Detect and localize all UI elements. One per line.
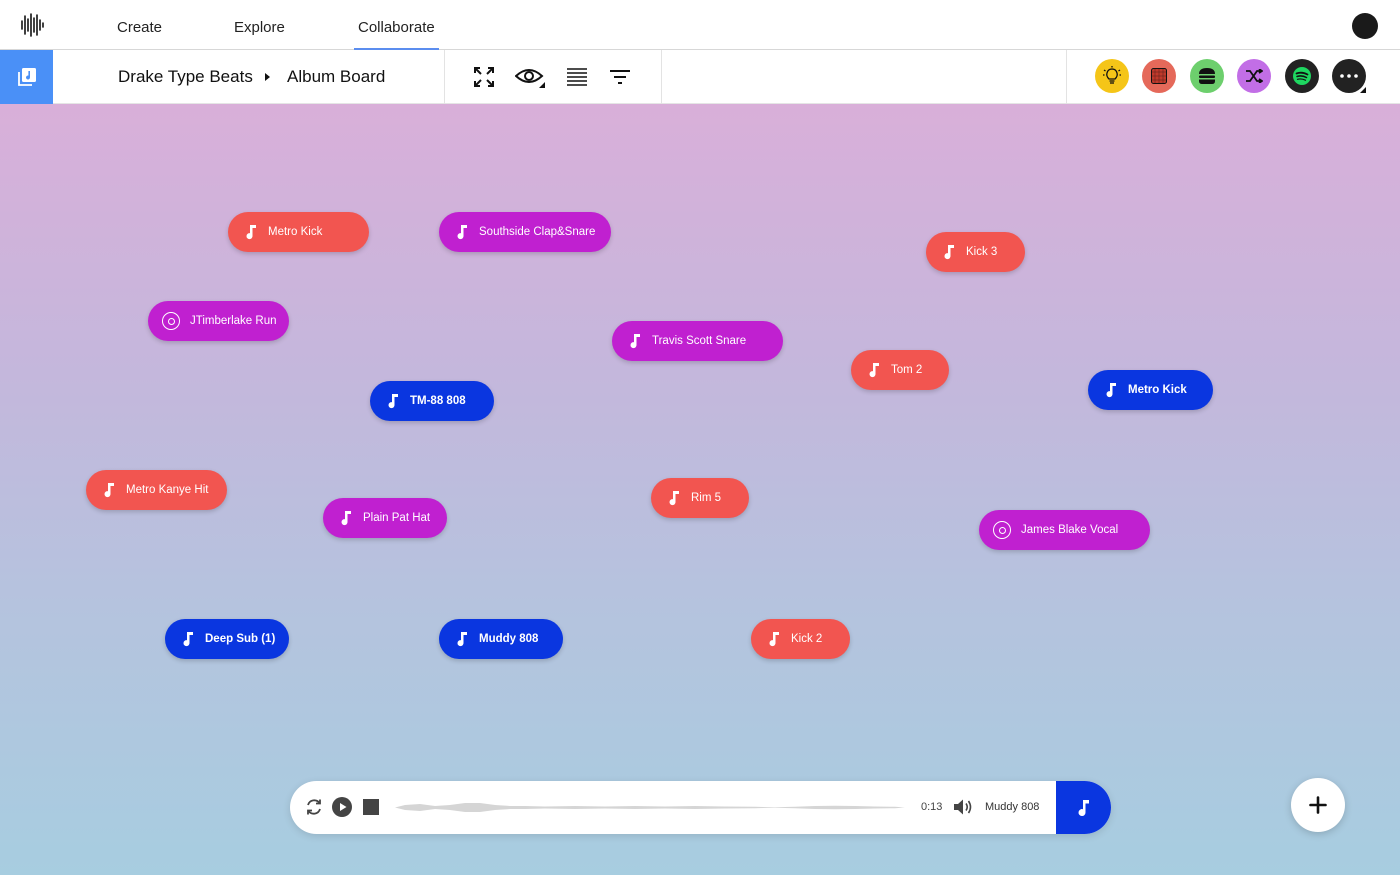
sound-pill[interactable]: TM-88 808	[370, 381, 494, 421]
music-note-icon	[628, 333, 642, 349]
board-toolbar: Drake Type Beats Album Board	[0, 50, 1400, 104]
music-note-icon	[455, 631, 469, 647]
sound-pill[interactable]: Plain Pat Hat	[323, 498, 447, 538]
sound-pill[interactable]: Kick 2	[751, 619, 850, 659]
nav-explore[interactable]: Explore	[234, 0, 285, 50]
sound-pill-label: Metro Kick	[268, 226, 323, 238]
sound-pill-label: James Blake Vocal	[1021, 524, 1119, 536]
now-playing-track: Muddy 808	[985, 801, 1040, 813]
music-note-icon	[102, 482, 116, 498]
music-note-icon	[667, 490, 681, 506]
sound-pill[interactable]: JTimberlake Run	[148, 301, 289, 341]
sound-pill[interactable]: Muddy 808	[439, 619, 563, 659]
divider	[661, 50, 662, 104]
music-note-icon	[1078, 799, 1089, 816]
waveform-scrubber[interactable]	[395, 799, 905, 816]
music-note-icon	[942, 244, 956, 260]
drum-pad-icon[interactable]	[1142, 59, 1176, 93]
music-library-icon	[17, 68, 36, 86]
sound-pill[interactable]: Travis Scott Snare	[612, 321, 783, 361]
play-icon[interactable]	[331, 796, 353, 818]
sound-pill-label: Southside Clap&Snare	[479, 226, 596, 238]
sound-pill[interactable]: Southside Clap&Snare	[439, 212, 611, 252]
divider	[444, 50, 445, 104]
sound-pill-label: Kick 3	[966, 246, 998, 258]
sound-pill[interactable]: Kick 3	[926, 232, 1025, 272]
more-icon[interactable]	[1332, 59, 1366, 93]
top-nav: Create Explore Collaborate	[0, 0, 1400, 50]
sound-pill[interactable]: Metro Kick	[228, 212, 369, 252]
sound-pill-label: Metro Kick	[1128, 384, 1187, 396]
playback-time: 0:13	[921, 801, 943, 813]
sound-pill[interactable]: Metro Kick	[1088, 370, 1213, 410]
sound-pill-label: Muddy 808	[479, 633, 539, 645]
sound-pill-label: Plain Pat Hat	[363, 512, 431, 524]
track-type-button[interactable]	[1056, 781, 1111, 834]
fullscreen-icon[interactable]	[470, 63, 498, 91]
breadcrumb-project[interactable]: Drake Type Beats	[118, 50, 253, 104]
sound-pill-label: Metro Kanye Hit	[126, 484, 209, 496]
music-note-icon	[455, 224, 469, 240]
stop-icon[interactable]	[360, 796, 382, 818]
audio-player: 0:13 Muddy 808	[290, 781, 1111, 834]
vinyl-icon	[162, 312, 180, 330]
loop-icon[interactable]	[303, 796, 325, 818]
sound-pill-label: Rim 5	[691, 492, 722, 504]
music-note-icon	[339, 510, 353, 526]
add-button[interactable]	[1291, 778, 1345, 832]
board-library-button[interactable]	[0, 50, 53, 104]
sound-pill-label: Travis Scott Snare	[652, 335, 747, 347]
lightbulb-icon[interactable]	[1095, 59, 1129, 93]
music-note-icon	[867, 362, 881, 378]
sound-pill-label: Deep Sub (1)	[205, 633, 276, 645]
filter-icon[interactable]	[606, 63, 634, 91]
board-canvas[interactable]: Metro Kick Southside Clap&Snare Kick 3 JTim…	[0, 104, 1400, 875]
music-note-icon	[244, 224, 258, 240]
nav-create[interactable]: Create	[117, 0, 162, 50]
breadcrumb-board[interactable]: Album Board	[287, 50, 385, 104]
sound-pill-label: Tom 2	[891, 364, 923, 376]
music-note-icon	[1104, 382, 1118, 398]
burger-icon[interactable]	[1190, 59, 1224, 93]
waveform-logo-icon[interactable]	[20, 12, 44, 38]
sound-pill[interactable]: Metro Kanye Hit	[86, 470, 227, 510]
sound-pill-label: Kick 2	[791, 633, 823, 645]
plus-icon	[1309, 796, 1327, 814]
user-avatar[interactable]	[1352, 13, 1378, 39]
sound-pill[interactable]: Tom 2	[851, 350, 949, 390]
sound-pill-label: JTimberlake Run	[190, 315, 277, 327]
spotify-icon[interactable]	[1285, 59, 1319, 93]
music-note-icon	[386, 393, 400, 409]
music-note-icon	[767, 631, 781, 647]
sound-pill[interactable]: James Blake Vocal	[979, 510, 1150, 550]
breadcrumb-arrow-icon	[265, 73, 270, 81]
list-icon[interactable]	[563, 63, 591, 91]
shuffle-icon[interactable]	[1237, 59, 1271, 93]
eye-icon[interactable]	[514, 63, 546, 91]
sound-pill-label: TM-88 808	[410, 395, 466, 407]
vinyl-icon	[993, 521, 1011, 539]
volume-icon[interactable]	[952, 796, 974, 818]
sound-pill[interactable]: Deep Sub (1)	[165, 619, 289, 659]
music-note-icon	[181, 631, 195, 647]
sound-pill[interactable]: Rim 5	[651, 478, 749, 518]
divider	[1066, 50, 1067, 104]
nav-collaborate[interactable]: Collaborate	[354, 0, 439, 50]
